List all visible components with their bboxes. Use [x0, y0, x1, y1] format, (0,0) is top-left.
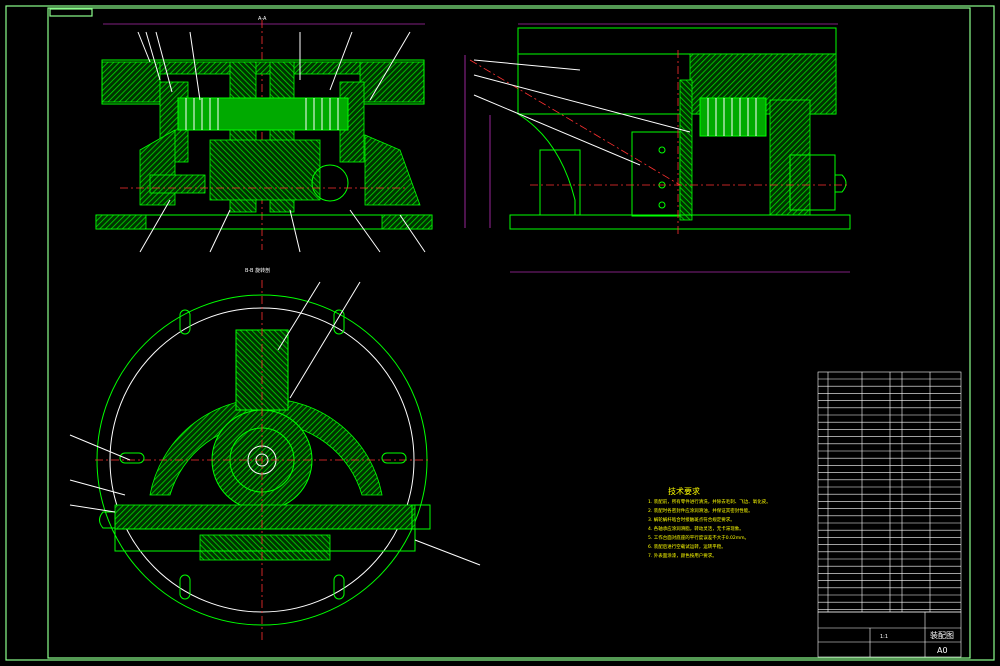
- drawing-number-box: [49, 8, 93, 17]
- assembly-drawing: A-A B-B 旋转剖 技术要求 1. 装配前，所有零件进行清洗，并除去毛刺、飞…: [5, 5, 995, 661]
- sheet-code: A0: [937, 646, 948, 655]
- note-line-3: 3. 蜗轮蜗杆啮合时接触斑点符合规定要求。: [648, 516, 735, 523]
- note-line-2: 2. 装配时各密封件应涂润滑油，并保证其密封性能。: [648, 507, 753, 514]
- technical-notes: 技术要求 1. 装配前，所有零件进行清洗，并除去毛刺、飞边、氧化皮。 2. 装配…: [648, 486, 771, 559]
- note-line-1: 1. 装配前，所有零件进行清洗，并除去毛刺、飞边、氧化皮。: [648, 498, 771, 505]
- notes-title: 技术要求: [668, 486, 700, 496]
- note-line-4: 4. 各轴承应涂润滑脂，转动灵活，无卡滞现象。: [648, 525, 744, 532]
- note-line-6: 6. 装配后进行空载试运转，运转平稳。: [648, 543, 726, 550]
- section-label-aa: A-A: [258, 16, 267, 22]
- section-label-bb: B-B 旋转剖: [245, 267, 270, 274]
- drawing-scale: 1:1: [880, 634, 888, 640]
- parts-list-table: [817, 371, 962, 613]
- parts-table-rows: [818, 378, 961, 610]
- side-view: [464, 23, 851, 273]
- drawing-name: 装配图: [930, 630, 954, 640]
- front-section-view: A-A: [95, 16, 433, 253]
- plan-section-view: B-B 旋转剖: [69, 267, 481, 640]
- title-block: 装配图 1:1 A0: [817, 611, 962, 658]
- note-line-7: 7. 外表面涂漆，颜色按用户要求。: [648, 552, 717, 559]
- note-line-5: 5. 工作台面对底座的平行度误差不大于0.02mm。: [648, 534, 749, 541]
